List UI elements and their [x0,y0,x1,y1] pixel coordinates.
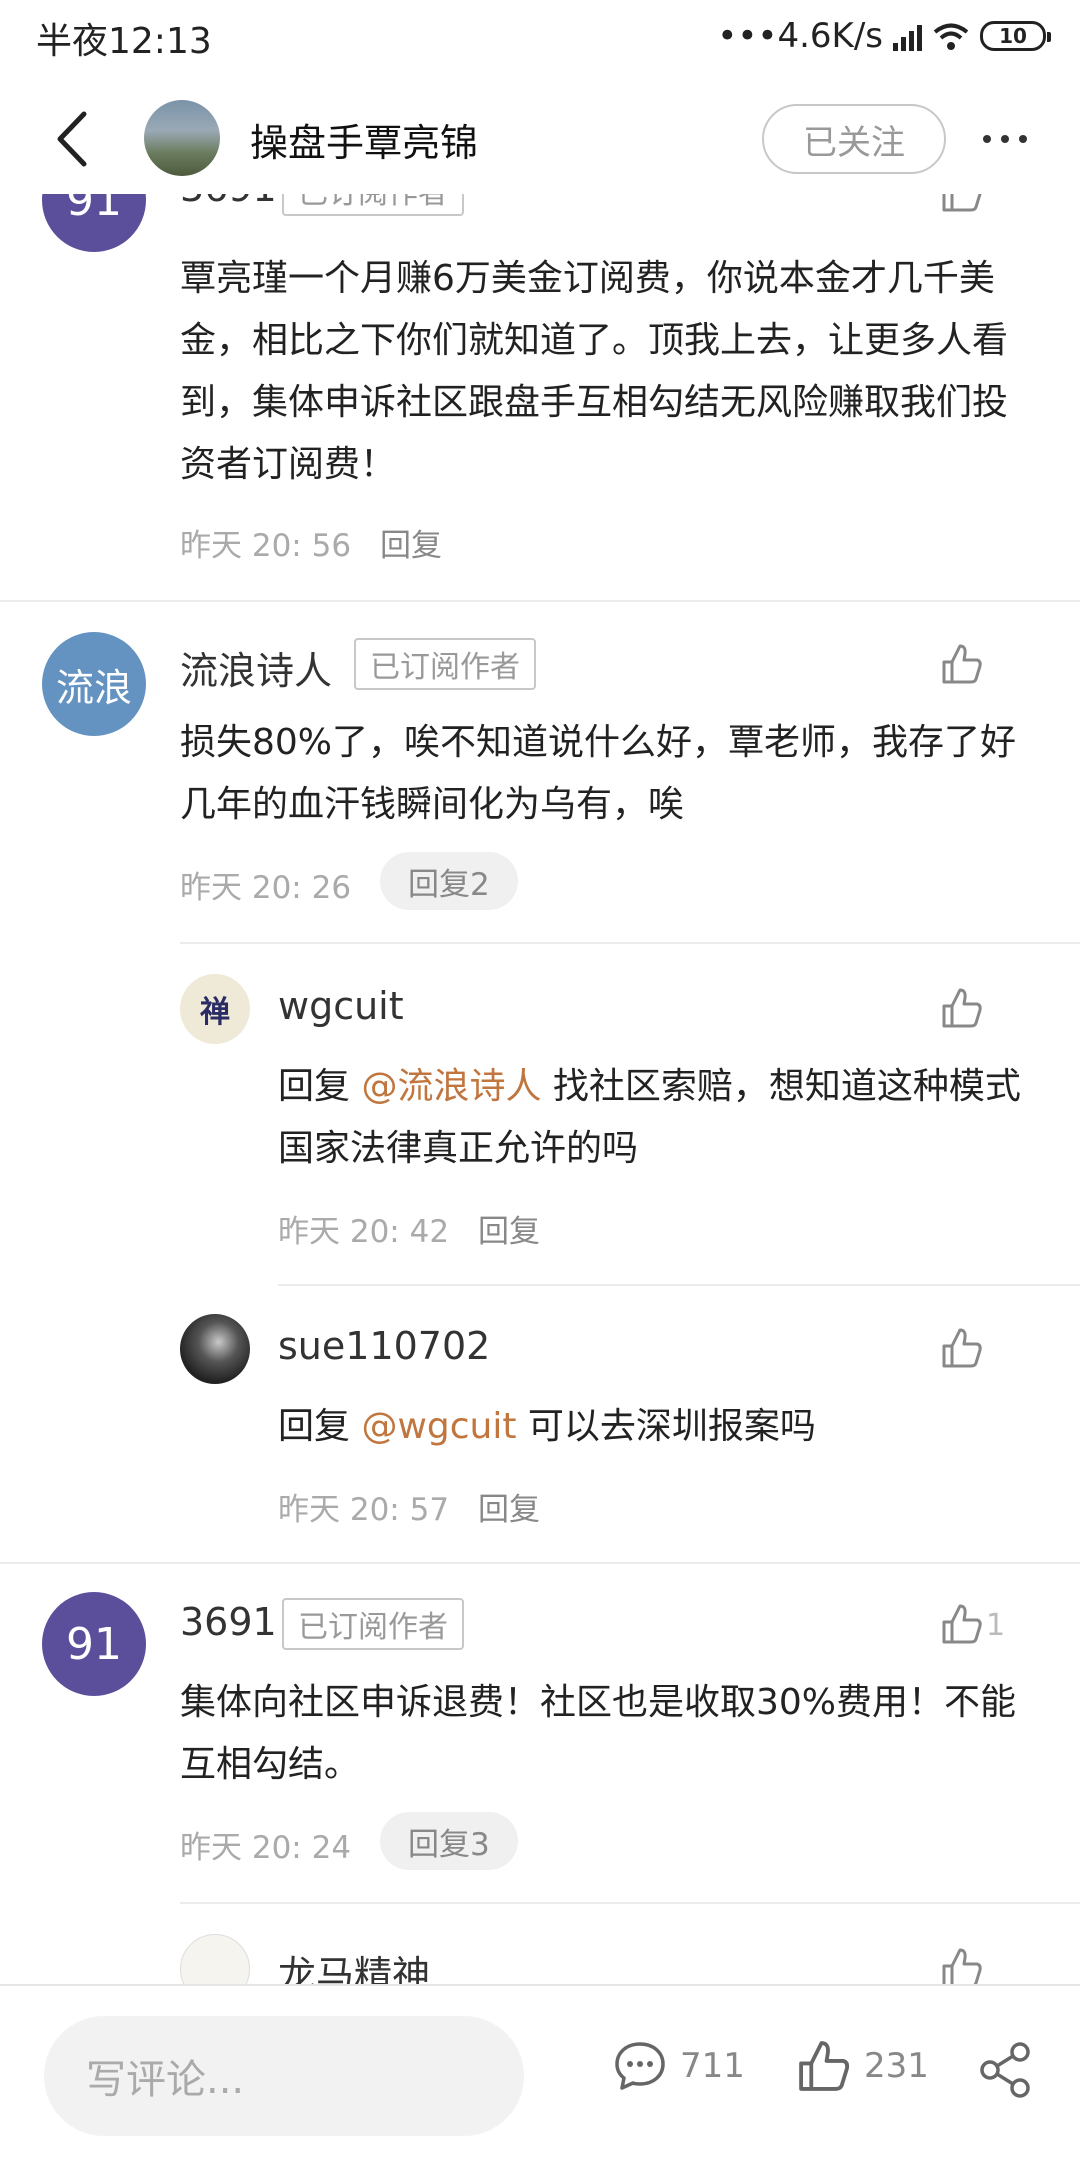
thumbs-up-icon[interactable] [940,194,984,214]
reply-button[interactable]: 回复 [478,1484,540,1529]
reply-text: 回复 @流浪诗人 找社区索赔，想知道这种模式国家法律真正允许的吗 [278,1056,1040,1180]
reply-time: 昨天 20: 57 [278,1492,450,1528]
more-options-icon[interactable] [970,114,1040,164]
view-replies-button[interactable]: 回复2 [380,852,518,910]
reply-button[interactable]: 回复 [380,520,442,565]
share-icon[interactable] [976,2040,1036,2100]
subscriber-badge: 已订阅作者 [354,638,536,690]
reply-body: 可以去深圳报案吗 [516,1406,816,1447]
reply-prefix: 回复 [278,1066,362,1107]
thumbs-up-icon [799,2041,850,2091]
subscriber-badge: 已订阅作者 [282,1598,464,1650]
like-count: 231 [864,2046,929,2086]
divider [180,942,1080,944]
commenter-name[interactable]: 流浪诗人 [180,640,332,695]
comment-text: 覃亮瑾一个月赚6万美金订阅费，你说本金才几千美金，相比之下你们就知道了。顶我上去… [180,258,1009,485]
reply-time: 昨天 20: 42 [278,1214,450,1250]
status-time: 半夜12:13 [36,21,212,62]
commenter-avatar[interactable]: 91 [42,194,146,252]
commenter-name[interactable]: 3691 [180,1600,277,1644]
divider [0,600,1080,602]
thumbs-up-icon[interactable] [940,986,984,1030]
follow-button[interactable]: 已关注 [762,104,946,174]
thumbs-up-icon[interactable] [940,1602,984,1646]
battery-icon: 10 [980,21,1051,51]
comment-bubble-icon [615,2042,665,2090]
comments-button[interactable]: 711 [612,2038,745,2094]
commenter-avatar[interactable]: 91 [42,1592,146,1696]
mention-link[interactable]: @wgcuit [361,1406,516,1447]
divider [180,1902,1080,1904]
bottom-action-bar: 写评论... 711 231 [0,1984,1080,2160]
network-speed: •••4.6K/s [717,16,883,56]
like-count: 1 [986,1608,1006,1643]
commenter-name[interactable]: 3691 [180,194,277,210]
comment-text: 集体向社区申诉退费！社区也是收取30%费用！不能互相勾结。 [180,1682,1017,1785]
comment-time: 昨天 20: 24 [180,1830,352,1866]
app-header: 操盘手覃亮锦 已关注 [0,84,1080,194]
reply-prefix: 回复 [278,1406,362,1447]
comment-input[interactable]: 写评论... [44,2016,524,2136]
comment-text: 损失80%了，唉不知道说什么好，覃老师，我存了好几年的血汗钱瞬间化为乌有，唉 [180,722,1017,825]
comment-time: 昨天 20: 26 [180,870,352,906]
author-avatar[interactable] [144,100,220,176]
author-name[interactable]: 操盘手覃亮锦 [250,112,478,167]
like-button[interactable]: 231 [796,2038,929,2094]
divider [278,1284,1080,1286]
divider [0,1562,1080,1564]
wifi-icon [933,23,969,50]
commenter-avatar[interactable]: 流浪 [42,632,146,736]
replier-name[interactable]: sue110702 [278,1324,490,1368]
signal-icon [893,21,922,51]
thumbs-up-icon[interactable] [940,1326,984,1370]
thumbs-up-icon[interactable] [940,642,984,686]
reply-button[interactable]: 回复 [478,1206,540,1251]
comment-count: 711 [680,2046,745,2086]
thumbs-up-icon[interactable] [940,1946,984,1984]
replier-avatar[interactable] [180,1934,250,1984]
mention-link[interactable]: @流浪诗人 [361,1066,541,1107]
comment-list[interactable]: 91 3691 已订阅作者 覃亮瑾一个月赚6万美金订阅费，你说本金才几千美金，相… [0,194,1080,1984]
comment-time: 昨天 20: 56 [180,528,352,564]
replier-name[interactable]: 龙马精神 [278,1944,430,1984]
status-bar: 半夜12:13 •••4.6K/s 10 [0,0,1080,72]
replier-name[interactable]: wgcuit [278,984,404,1028]
reply-text: 回复 @wgcuit 可以去深圳报案吗 [278,1396,1040,1458]
replier-avatar[interactable]: 禅 [180,974,250,1044]
replier-avatar[interactable] [180,1314,250,1384]
back-arrow-icon[interactable] [44,104,104,174]
status-indicators: •••4.6K/s 10 [717,12,1051,60]
subscriber-badge: 已订阅作者 [282,194,464,216]
view-replies-button[interactable]: 回复3 [380,1812,518,1870]
